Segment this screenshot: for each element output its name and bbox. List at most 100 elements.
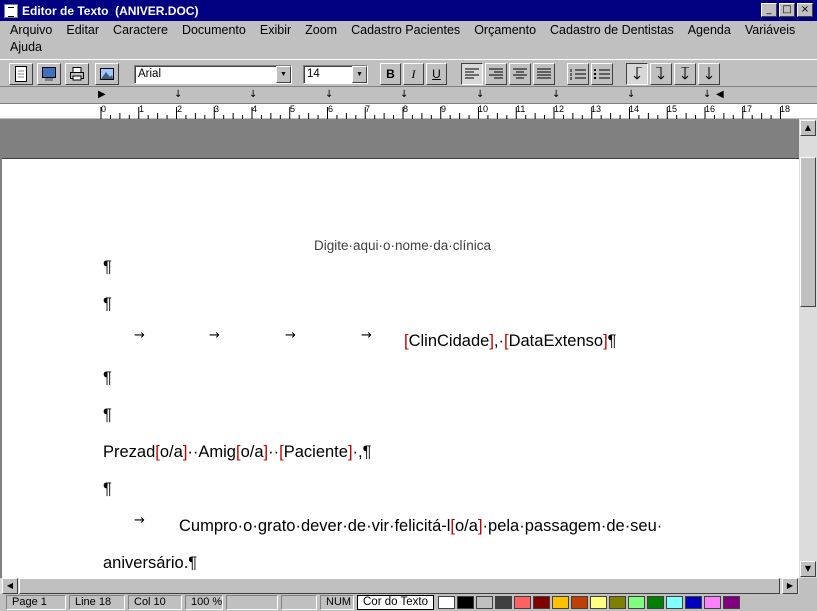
empty-paragraph: ¶ [103,369,112,387]
menu-arquivo[interactable]: Arquivo [6,22,56,39]
ruler-number: 9 [441,104,447,114]
tab-stop-marker[interactable]: ↓ [476,89,484,100]
first-line-indent-marker[interactable]: ▶ [98,89,106,100]
horizontal-scrollbar[interactable]: ◀ ▶ [0,578,799,594]
chevron-down-icon[interactable]: ▼ [276,66,291,83]
vertical-scroll-thumb[interactable] [800,157,816,307]
color-swatch[interactable] [495,596,512,609]
color-swatch[interactable] [685,596,702,609]
tab-center-button[interactable] [674,63,696,85]
align-left-icon [465,68,479,79]
body-text: ·pela·passagem·de·seu· [482,517,663,535]
chevron-down-icon[interactable]: ▼ [352,66,367,83]
tab-right-button[interactable] [650,63,672,85]
horizontal-scroll-thumb[interactable] [19,578,780,594]
menu-ajuda[interactable]: Ajuda [6,39,46,56]
merge-field-gender[interactable]: o/a [160,443,183,461]
color-swatch[interactable] [552,596,569,609]
color-swatch[interactable] [628,596,645,609]
page[interactable]: Digite·aqui·o·nome·da·clínica ¶ ¶ → → → … [4,160,799,578]
greeting-line[interactable]: Prezad[o/a]··Amig[o/a]··[Paciente]·,¶ [103,443,371,462]
merge-field-dataextenso[interactable]: DataExtenso [509,332,603,350]
menu-caractere[interactable]: Caractere [109,22,172,39]
date-line[interactable]: [ClinCidade],·[DataExtenso]¶ [404,332,617,351]
color-palette[interactable] [438,596,742,609]
menu-exibir[interactable]: Exibir [256,22,295,39]
merge-field-clincidade[interactable]: ClinCidade [409,332,490,350]
color-swatch[interactable] [704,596,721,609]
size-grip[interactable] [799,578,817,594]
color-swatch[interactable] [514,596,531,609]
tab-decimal-button[interactable] [698,63,720,85]
right-indent-marker[interactable]: ◀ [716,89,724,100]
tab-stop-marker[interactable]: ↓ [174,89,182,100]
color-swatch[interactable] [571,596,588,609]
bold-button[interactable]: B [380,63,401,85]
scroll-down-button[interactable]: ▼ [800,561,816,577]
menu-editar[interactable]: Editar [62,22,103,39]
document-app-icon[interactable] [4,3,18,18]
document-area[interactable]: Digite·aqui·o·nome·da·clínica ¶ ¶ → → → … [0,119,799,578]
tab-mark: → [361,328,372,343]
justify-button[interactable] [533,63,555,85]
maximize-button[interactable]: □ [779,3,795,17]
minimize-button[interactable]: _ [761,3,777,17]
tab-stop-marker[interactable]: ↓ [703,89,711,100]
clinic-name-header[interactable]: Digite·aqui·o·nome·da·clínica [4,238,799,253]
ruler-scale: 0 1 2 3 4 5 6 7 8 9 10 11 12 13 14 15 16… [0,103,817,119]
menu-agenda[interactable]: Agenda [684,22,735,39]
underline-button[interactable]: U [426,63,447,85]
color-swatch[interactable] [438,596,455,609]
color-swatch[interactable] [533,596,550,609]
body-line[interactable]: aniversário.¶ [103,554,197,573]
ruler-number: 12 [554,104,565,114]
ruler-tab-row[interactable]: ▶ ↓ ↓ ↓ ↓ ↓ ↓ ↓ ↓ ◀ [0,87,817,103]
new-document-button[interactable] [9,63,33,85]
color-swatch[interactable] [476,596,493,609]
font-size-select[interactable]: 14 ▼ [303,65,368,84]
tab-stop-marker[interactable]: ↓ [552,89,560,100]
bullet-list-button[interactable] [591,63,613,85]
ruler[interactable]: ▶ ↓ ↓ ↓ ↓ ↓ ↓ ↓ ↓ ◀ 0 1 2 3 4 5 6 7 8 9 … [0,87,817,119]
menu-documento[interactable]: Documento [178,22,250,39]
italic-button[interactable]: I [403,63,424,85]
tab-stop-marker[interactable]: ↓ [249,89,257,100]
align-right-button[interactable] [485,63,507,85]
scroll-up-button[interactable]: ▲ [800,120,816,136]
ruler-number: 17 [742,104,753,114]
menu-orcamento[interactable]: Orçamento [470,22,540,39]
body-line[interactable]: Cumpro·o·grato·dever·de·vir·felicitá-l[o… [179,517,662,536]
empty-paragraph: ¶ [103,295,112,313]
merge-field-gender[interactable]: o/a [241,443,264,461]
menu-cadastro-pacientes[interactable]: Cadastro Pacientes [347,22,464,39]
color-swatch[interactable] [609,596,626,609]
tab-left-button[interactable] [626,63,648,85]
scroll-right-button[interactable]: ▶ [782,578,798,594]
numbered-list-button[interactable] [567,63,589,85]
color-swatch[interactable] [647,596,664,609]
align-center-button[interactable] [509,63,531,85]
color-swatch[interactable] [590,596,607,609]
print-preview-button[interactable] [37,63,61,85]
font-name-select[interactable]: Arial ▼ [134,65,292,84]
vertical-scrollbar[interactable]: ▲ ▼ [799,119,817,578]
align-left-button[interactable] [461,63,483,85]
color-swatch[interactable] [723,596,740,609]
ruler-number: 16 [705,104,716,114]
ruler-number: 15 [667,104,678,114]
tab-stop-marker[interactable]: ↓ [627,89,635,100]
color-swatch[interactable] [666,596,683,609]
merge-field-gender[interactable]: o/a [455,517,478,535]
color-swatch[interactable] [457,596,474,609]
ruler-number: 4 [252,104,258,114]
tab-stop-marker[interactable]: ↓ [325,89,333,100]
merge-field-paciente[interactable]: Paciente [284,443,348,461]
menu-zoom[interactable]: Zoom [301,22,341,39]
print-button[interactable] [65,63,89,85]
scroll-left-button[interactable]: ◀ [2,578,18,594]
insert-image-button[interactable] [95,63,119,85]
menu-variaveis[interactable]: Variáveis [741,22,799,39]
menu-cadastro-dentistas[interactable]: Cadastro de Dentistas [546,22,678,39]
tab-stop-marker[interactable]: ↓ [400,89,408,100]
close-button[interactable]: × [797,3,813,17]
